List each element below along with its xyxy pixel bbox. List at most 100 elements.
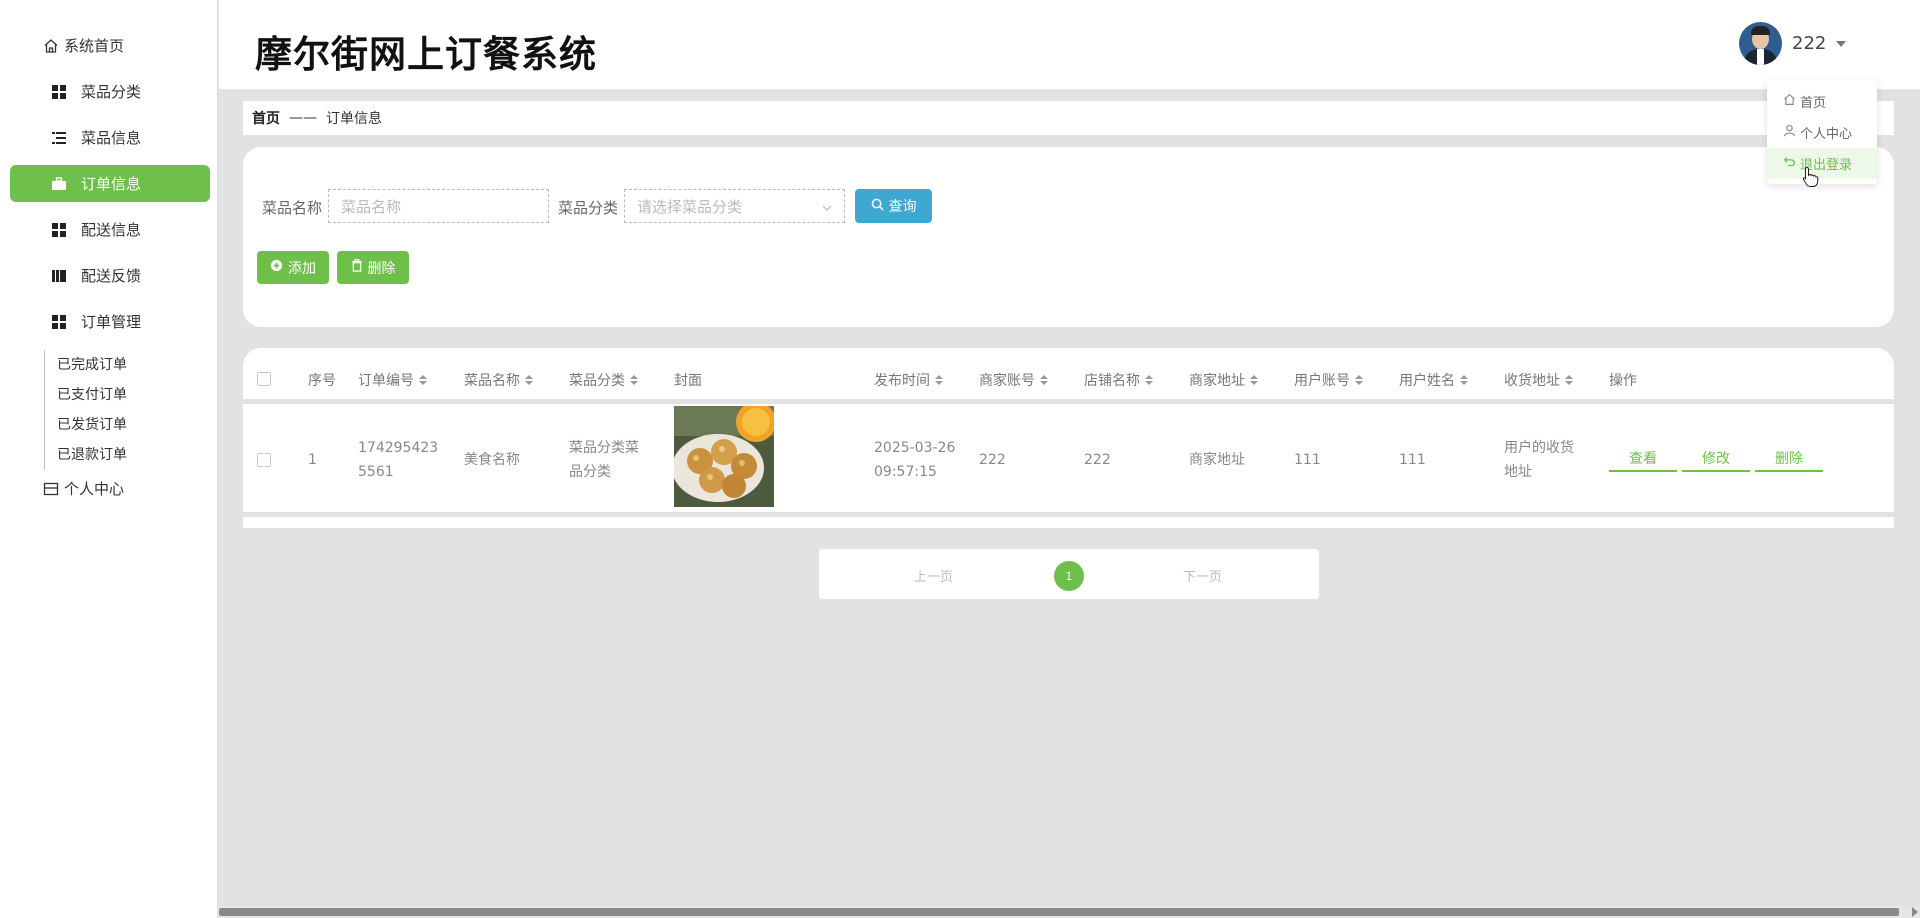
column-header-user-name[interactable]: 用户姓名: [1399, 370, 1468, 390]
sidebar-item-label: 个人中心: [64, 480, 125, 498]
sidebar-item-delivery-info[interactable]: 配送信息: [10, 211, 210, 248]
home-icon: [1783, 93, 1796, 110]
column-header-dish-name[interactable]: 菜品名称: [464, 370, 533, 390]
add-button-label: 添加: [288, 260, 316, 277]
cell-order-no: 174295423 5561: [358, 440, 439, 480]
submenu-completed-orders[interactable]: 已完成订单: [57, 350, 127, 380]
sort-icon: [419, 375, 427, 385]
submenu-refunded-orders[interactable]: 已退款订单: [57, 440, 127, 470]
card-icon: [42, 480, 60, 498]
cell-category: 菜品分类菜 品分类: [569, 440, 639, 480]
breadcrumb-home[interactable]: 首页: [252, 108, 280, 128]
sidebar-item-delivery-feedback[interactable]: 配送反馈: [10, 257, 210, 294]
dish-name-input[interactable]: 菜品名称: [328, 189, 549, 223]
search-panel: 菜品名称 菜品名称 菜品分类 请选择菜品分类 查询 添加 删除: [243, 147, 1894, 327]
scrollbar-thumb[interactable]: [219, 908, 1899, 916]
cell-user-account: 111: [1294, 452, 1321, 468]
sidebar-item-dish-info[interactable]: 菜品信息: [10, 119, 210, 156]
column-header-publish-time[interactable]: 发布时间: [874, 370, 943, 390]
sidebar-item-personal-center[interactable]: 个人中心: [42, 478, 124, 499]
sidebar-item-order-info[interactable]: 订单信息: [10, 165, 210, 202]
scroll-right-arrow-icon[interactable]: [1912, 907, 1918, 917]
breadcrumb-current: 订单信息: [326, 111, 382, 127]
sort-icon: [1565, 375, 1573, 385]
user-dropdown-menu: 首页 个人中心 退出登录: [1767, 80, 1877, 184]
cell-user-name: 111: [1399, 452, 1426, 468]
pagination: 上一页 1 下一页: [819, 549, 1319, 599]
page-title: 摩尔街网上订餐系统: [255, 33, 597, 76]
cell-merchant-account: 222: [979, 452, 1006, 468]
dropdown-item-logout[interactable]: 退出登录: [1767, 148, 1877, 179]
edit-button[interactable]: 修改: [1682, 446, 1750, 472]
sort-icon: [1040, 375, 1048, 385]
cell-publish-time: 2025-03-26 09:57:15: [874, 440, 956, 480]
column-header-index: 序号: [308, 373, 336, 389]
horizontal-scrollbar[interactable]: [219, 906, 1920, 918]
list-icon: [51, 130, 67, 146]
add-button[interactable]: 添加: [257, 251, 329, 284]
sidebar-item-label: 菜品分类: [81, 83, 142, 101]
sort-icon: [935, 375, 943, 385]
page-number-button[interactable]: 1: [1054, 561, 1084, 591]
column-header-shop-name[interactable]: 店铺名称: [1084, 370, 1153, 390]
cell-dish-name: 美食名称: [464, 452, 520, 468]
sidebar-item-label: 订单管理: [81, 313, 142, 331]
sidebar-item-label: 系统首页: [64, 37, 125, 55]
view-button[interactable]: 查看: [1609, 446, 1677, 472]
undo-icon: [1783, 155, 1796, 172]
column-header-actions: 操作: [1609, 373, 1637, 389]
dropdown-item-label: 首页: [1800, 96, 1827, 111]
sort-icon: [1145, 375, 1153, 385]
user-icon: [1783, 124, 1796, 141]
plus-circle-icon: [270, 259, 283, 276]
header: 摩尔街网上订餐系统 222: [219, 0, 1920, 90]
row-delete-button[interactable]: 删除: [1755, 446, 1823, 472]
sort-icon: [1355, 375, 1363, 385]
column-header-merchant-account[interactable]: 商家账号: [979, 370, 1048, 390]
sidebar-item-dish-category[interactable]: 菜品分类: [10, 73, 210, 110]
column-header-cover: 封面: [674, 373, 702, 389]
column-header-delivery-address[interactable]: 收货地址: [1504, 370, 1573, 390]
dish-category-label: 菜品分类: [558, 199, 619, 217]
submenu-paid-orders[interactable]: 已支付订单: [57, 380, 127, 410]
trash-icon: [351, 259, 363, 276]
next-page-button[interactable]: 下一页: [1183, 566, 1222, 585]
column-header-order-no[interactable]: 订单编号: [358, 370, 427, 390]
chevron-down-icon: [822, 199, 832, 217]
select-all-checkbox[interactable]: [257, 372, 271, 386]
column-header-category[interactable]: 菜品分类: [569, 370, 638, 390]
caret-down-icon: [1836, 40, 1847, 47]
sidebar-item-home[interactable]: 系统首页: [42, 35, 124, 56]
briefcase-icon: [51, 176, 67, 192]
dish-category-select[interactable]: 请选择菜品分类: [624, 189, 845, 223]
avatar: [1739, 22, 1782, 65]
sidebar-item-label: 菜品信息: [81, 129, 142, 147]
table-footer-divider: [243, 512, 1894, 522]
sort-icon: [525, 375, 533, 385]
user-menu-trigger[interactable]: 222: [1739, 22, 1847, 65]
dropdown-item-personal-center[interactable]: 个人中心: [1767, 117, 1877, 148]
dropdown-item-home[interactable]: 首页: [1767, 86, 1877, 117]
sidebar-item-order-management[interactable]: 订单管理: [10, 303, 210, 340]
search-icon: [871, 198, 884, 215]
books-icon: [51, 268, 67, 284]
dish-name-label: 菜品名称: [262, 199, 323, 217]
prev-page-button[interactable]: 上一页: [914, 566, 953, 585]
row-checkbox[interactable]: [257, 453, 271, 467]
dish-name-placeholder: 菜品名称: [341, 197, 402, 216]
delete-button[interactable]: 删除: [337, 251, 409, 284]
sidebar-item-label: 订单信息: [81, 175, 142, 193]
column-header-user-account[interactable]: 用户账号: [1294, 370, 1363, 390]
delete-button-label: 删除: [367, 260, 396, 277]
column-header-merchant-address[interactable]: 商家地址: [1189, 370, 1258, 390]
sidebar-item-label: 配送反馈: [81, 267, 142, 285]
sidebar: 系统首页 菜品分类 菜品信息 订单信息 配送信息 配送反馈 订单管理 已完成订单…: [0, 0, 218, 918]
grid-icon: [51, 84, 67, 100]
dish-category-placeholder: 请选择菜品分类: [637, 197, 743, 216]
submenu-shipped-orders[interactable]: 已发货订单: [57, 410, 127, 440]
sort-icon: [630, 375, 638, 385]
query-button[interactable]: 查询: [855, 189, 932, 223]
query-button-label: 查询: [888, 199, 917, 215]
breadcrumb: 首页 —— 订单信息: [243, 101, 1894, 135]
cell-shop-name: 222: [1084, 452, 1111, 468]
